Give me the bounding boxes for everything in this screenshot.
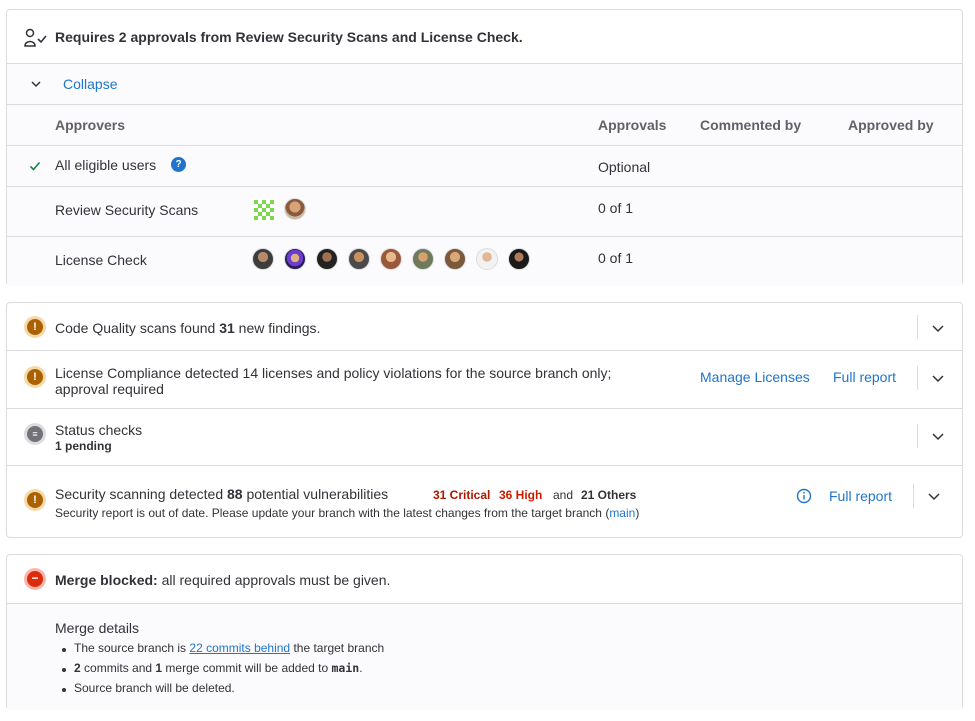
avatar[interactable] xyxy=(284,198,306,220)
reports-card: ! Code Quality scans found 31 new findin… xyxy=(6,302,963,538)
collapse-row: Collapse xyxy=(7,63,962,104)
table-row: Review Security Scans 0 of 1 xyxy=(7,186,962,236)
check-icon xyxy=(29,161,41,171)
approver-name: Review Security Scans xyxy=(55,202,199,218)
chevron-down-icon[interactable] xyxy=(930,428,946,444)
collapse-button[interactable]: Collapse xyxy=(63,76,117,92)
approval-user-check-icon xyxy=(24,28,47,47)
list-item: Source branch will be deleted. xyxy=(74,681,235,695)
table-row: All eligible users ? Optional xyxy=(7,145,962,186)
question-icon[interactable]: ? xyxy=(171,157,186,172)
security-summary: Security scanning detected 88 potential … xyxy=(55,486,389,502)
high-count: 36 High xyxy=(499,488,543,502)
approvals-count: Optional xyxy=(598,159,651,175)
avatar[interactable] xyxy=(444,248,466,270)
license-summary-line2: approval required xyxy=(55,381,164,397)
code-quality-summary: Code Quality scans found 31 new findings… xyxy=(55,320,321,336)
avatar[interactable] xyxy=(476,248,498,270)
merge-details-title: Merge details xyxy=(55,620,140,636)
chevron-down-icon[interactable] xyxy=(30,78,42,90)
divider xyxy=(917,366,918,390)
critical-count: 31 Critical xyxy=(433,488,491,502)
target-branch-link[interactable]: main xyxy=(609,506,635,520)
list-item: 2 commits and 1 merge commit will be add… xyxy=(74,661,363,675)
avatar[interactable] xyxy=(316,248,338,270)
approver-name: License Check xyxy=(55,252,147,268)
chevron-down-icon[interactable] xyxy=(930,370,946,386)
merge-card: − Merge blocked: all required approvals … xyxy=(6,554,963,710)
chevron-down-icon[interactable] xyxy=(930,320,946,336)
header-approvers: Approvers xyxy=(55,117,126,133)
info-icon[interactable] xyxy=(796,488,812,504)
license-full-report-link[interactable]: Full report xyxy=(833,369,896,385)
merge-details: Merge details The source branch is 22 co… xyxy=(7,603,962,710)
avatar[interactable] xyxy=(380,248,402,270)
chevron-down-icon[interactable] xyxy=(926,488,942,504)
bullet xyxy=(62,648,66,652)
license-compliance-row: ! License Compliance detected 14 license… xyxy=(7,350,962,408)
merge-blocked-icon: − xyxy=(24,568,46,590)
approver-name: All eligible users xyxy=(55,157,157,173)
approvals-count: 0 of 1 xyxy=(598,200,634,216)
others-count: 21 Others xyxy=(581,488,637,502)
target-branch-code: main xyxy=(331,661,360,675)
header-commented-by: Commented by xyxy=(700,117,802,133)
avatar[interactable] xyxy=(284,248,306,270)
avatar[interactable] xyxy=(508,248,530,270)
approvals-title: Requires 2 approvals from Review Securit… xyxy=(55,29,523,45)
bullet xyxy=(62,668,66,672)
warning-icon: ! xyxy=(24,366,46,388)
divider xyxy=(913,484,914,508)
merge-blocked-message: Merge blocked: all required approvals mu… xyxy=(55,572,391,588)
divider xyxy=(917,315,918,339)
manage-licenses-link[interactable]: Manage Licenses xyxy=(700,369,810,385)
header-approvals: Approvals xyxy=(598,117,667,133)
avatar[interactable] xyxy=(412,248,434,270)
table-row: License Check 0 of 1 xyxy=(7,236,962,286)
approvals-card: Requires 2 approvals from Review Securit… xyxy=(6,9,963,286)
warning-icon: ! xyxy=(24,316,46,338)
security-scanning-row: ! Security scanning detected 88 potentia… xyxy=(7,465,962,538)
and-label: and xyxy=(553,488,574,502)
bullet xyxy=(62,688,66,692)
approvals-count: 0 of 1 xyxy=(598,250,634,266)
warning-icon: ! xyxy=(24,489,46,511)
avatar[interactable] xyxy=(348,248,370,270)
list-item: The source branch is 22 commits behind t… xyxy=(74,641,385,655)
avatar[interactable] xyxy=(252,198,276,222)
status-checks-row: ≡ Status checks 1 pending xyxy=(7,408,962,465)
approvers-table-header: Approvers Approvals Commented by Approve… xyxy=(7,104,962,145)
divider xyxy=(917,424,918,448)
status-checks-subtitle: 1 pending xyxy=(55,439,112,453)
security-full-report-link[interactable]: Full report xyxy=(829,488,892,504)
header-approved-by: Approved by xyxy=(848,117,934,133)
commits-behind-link[interactable]: 22 commits behind xyxy=(189,641,290,655)
avatar[interactable] xyxy=(252,248,274,270)
status-checks-title: Status checks xyxy=(55,422,143,438)
pending-icon: ≡ xyxy=(24,423,46,445)
security-outdated-note: Security report is out of date. Please u… xyxy=(55,506,640,520)
license-summary-line1: License Compliance detected 14 licenses … xyxy=(55,365,612,381)
